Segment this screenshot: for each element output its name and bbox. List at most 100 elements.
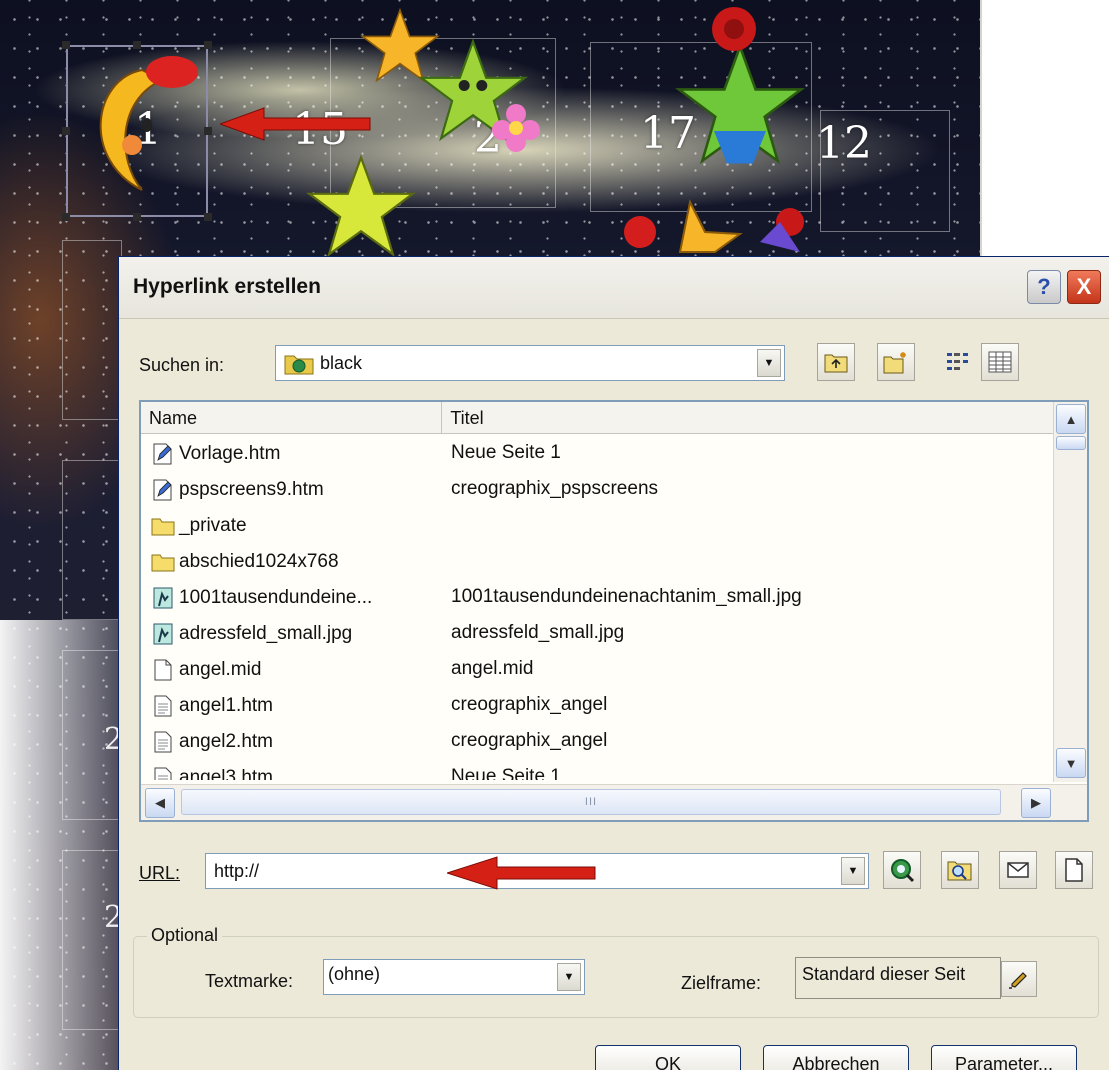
folder-icon bbox=[151, 554, 175, 572]
file-list-row[interactable]: angel2.htm creographix_angel bbox=[141, 724, 1053, 760]
file-name-cell: angel2.htm bbox=[151, 730, 273, 754]
resize-handle[interactable] bbox=[133, 213, 141, 221]
hotspot-selection[interactable] bbox=[66, 45, 208, 217]
resize-handle[interactable] bbox=[62, 127, 70, 135]
new-page-button[interactable] bbox=[1055, 851, 1093, 889]
scroll-thumb[interactable] bbox=[1056, 436, 1086, 450]
target-frame-value: Standard dieser Seit bbox=[802, 964, 966, 984]
resize-handle[interactable] bbox=[204, 41, 212, 49]
bookmark-combobox[interactable]: (ohne) ▼ bbox=[323, 959, 585, 995]
file-list-row[interactable]: angel.mid angel.mid bbox=[141, 652, 1053, 688]
scroll-right-button[interactable]: ▶ bbox=[1021, 788, 1051, 818]
new-page-icon bbox=[1065, 858, 1083, 882]
resize-handle[interactable] bbox=[62, 41, 70, 49]
folder-up-icon bbox=[824, 354, 848, 373]
cancel-button[interactable]: Abbrechen bbox=[763, 1045, 909, 1070]
file-list-row[interactable]: abschied1024x768 bbox=[141, 544, 1053, 580]
file-name: 1001tausendundeine... bbox=[179, 587, 373, 608]
html-file-icon bbox=[154, 731, 172, 753]
flower-icon bbox=[492, 104, 540, 152]
list-view-button[interactable] bbox=[941, 343, 979, 381]
file-title: creographix_angel bbox=[451, 730, 608, 751]
star-character-icon bbox=[624, 198, 804, 253]
file-list-row[interactable]: _private bbox=[141, 508, 1053, 544]
details-view-button[interactable] bbox=[981, 343, 1019, 381]
red-arrow-annotation bbox=[220, 107, 371, 141]
browse-web-button[interactable] bbox=[883, 851, 921, 889]
url-input[interactable]: http:// bbox=[214, 861, 259, 882]
calendar-cell bbox=[62, 460, 122, 620]
change-target-frame-button[interactable] bbox=[1001, 961, 1037, 997]
file-list[interactable]: Name Titel Vorlage.htm Neue Seite 1 pspscr… bbox=[139, 400, 1089, 822]
close-icon: X bbox=[1076, 274, 1092, 299]
calendar-cell bbox=[62, 240, 122, 420]
resize-handle[interactable] bbox=[133, 41, 141, 49]
scroll-left-button[interactable]: ◀ bbox=[145, 788, 175, 818]
file-name: angel.mid bbox=[179, 659, 262, 680]
web-folder-icon bbox=[284, 355, 314, 375]
url-label: URL: bbox=[139, 863, 180, 884]
file-name-cell: 1001tausendundeine... bbox=[151, 586, 372, 610]
file-title: Neue Seite 1 bbox=[451, 442, 561, 463]
resize-handle[interactable] bbox=[62, 213, 70, 221]
file-name-cell: _private bbox=[151, 514, 247, 538]
horizontal-scrollbar[interactable]: ◀ III ▶ bbox=[141, 784, 1087, 820]
up-one-level-button[interactable] bbox=[817, 343, 855, 381]
email-link-button[interactable] bbox=[999, 851, 1037, 889]
scroll-thumb[interactable]: III bbox=[181, 789, 1001, 815]
folder-search-icon bbox=[947, 861, 972, 881]
file-title: adressfeld_small.jpg bbox=[451, 622, 625, 643]
file-list-row[interactable]: 1001tausendundeine... 1001tausendundeinen… bbox=[141, 580, 1053, 616]
new-folder-button[interactable] bbox=[877, 343, 915, 381]
file-title: creographix_angel bbox=[451, 694, 608, 715]
file-list-row[interactable]: angel3.htm Neue Seite 1 bbox=[141, 760, 1053, 780]
html-edit-icon bbox=[153, 479, 172, 501]
ok-button[interactable]: OK bbox=[595, 1045, 741, 1070]
scroll-up-button[interactable]: ▲ bbox=[1056, 404, 1086, 434]
scroll-down-button[interactable]: ▼ bbox=[1056, 748, 1086, 778]
list-view-icon bbox=[947, 353, 968, 370]
look-in-value: black bbox=[320, 352, 363, 373]
bookmark-value: (ohne) bbox=[328, 964, 381, 984]
file-name-cell: abschied1024x768 bbox=[151, 550, 339, 574]
file-list-row[interactable]: Vorlage.htm Neue Seite 1 bbox=[141, 436, 1053, 472]
file-title: angel.mid bbox=[451, 658, 534, 679]
file-name-cell: angel1.htm bbox=[151, 694, 273, 718]
file-list-header: Name Titel bbox=[141, 402, 1053, 434]
calendar-number: 12 bbox=[816, 118, 872, 169]
file-title: Neue Seite 1 bbox=[451, 766, 561, 780]
url-label-text: URL: bbox=[139, 863, 181, 883]
star-character-icon bbox=[675, 42, 805, 165]
file-name: angel3.htm bbox=[179, 767, 274, 780]
details-view-icon bbox=[988, 351, 1012, 373]
bookmark-label: Textmarke: bbox=[205, 971, 294, 991]
chevron-down-icon[interactable]: ▼ bbox=[557, 963, 581, 991]
parameters-button[interactable]: Parameter... bbox=[931, 1045, 1077, 1070]
file-rows: Vorlage.htm Neue Seite 1 pspscreens9.htm cr… bbox=[141, 436, 1053, 780]
folder-icon bbox=[151, 518, 175, 536]
resize-handle[interactable] bbox=[204, 213, 212, 221]
chevron-down-icon[interactable]: ▼ bbox=[757, 349, 781, 377]
red-arrow-annotation bbox=[447, 856, 596, 890]
dialog-titlebar[interactable]: Hyperlink erstellen ? X bbox=[119, 257, 1109, 319]
file-list-row[interactable]: adressfeld_small.jpg adressfeld_small.jpg bbox=[141, 616, 1053, 652]
html-file-icon bbox=[154, 695, 172, 717]
file-list-row[interactable]: pspscreens9.htm creographix_pspscreens bbox=[141, 472, 1053, 508]
column-header-name[interactable]: Name bbox=[141, 402, 443, 434]
column-header-title[interactable]: Titel bbox=[442, 402, 1053, 434]
image-icon bbox=[153, 623, 173, 645]
file-list-row[interactable]: angel1.htm creographix_angel bbox=[141, 688, 1053, 724]
help-button[interactable]: ? bbox=[1027, 270, 1061, 304]
vertical-scrollbar[interactable]: ▲ ▼ bbox=[1053, 402, 1087, 782]
dialog-title: Hyperlink erstellen bbox=[133, 275, 321, 298]
hyperlink-dialog: Hyperlink erstellen ? X Suchen in: black… bbox=[118, 256, 1109, 1070]
chevron-down-icon[interactable]: ▼ bbox=[841, 857, 865, 885]
browse-file-button[interactable] bbox=[941, 851, 979, 889]
file-name-cell: Vorlage.htm bbox=[151, 442, 280, 466]
look-in-combobox[interactable]: black ▼ bbox=[275, 345, 785, 381]
file-name-cell: pspscreens9.htm bbox=[151, 478, 324, 502]
close-button[interactable]: X bbox=[1067, 270, 1101, 304]
file-title: 1001tausendundeinenachtanim_small.jpg bbox=[451, 586, 802, 607]
resize-handle[interactable] bbox=[204, 127, 212, 135]
html-edit-icon bbox=[153, 443, 172, 465]
